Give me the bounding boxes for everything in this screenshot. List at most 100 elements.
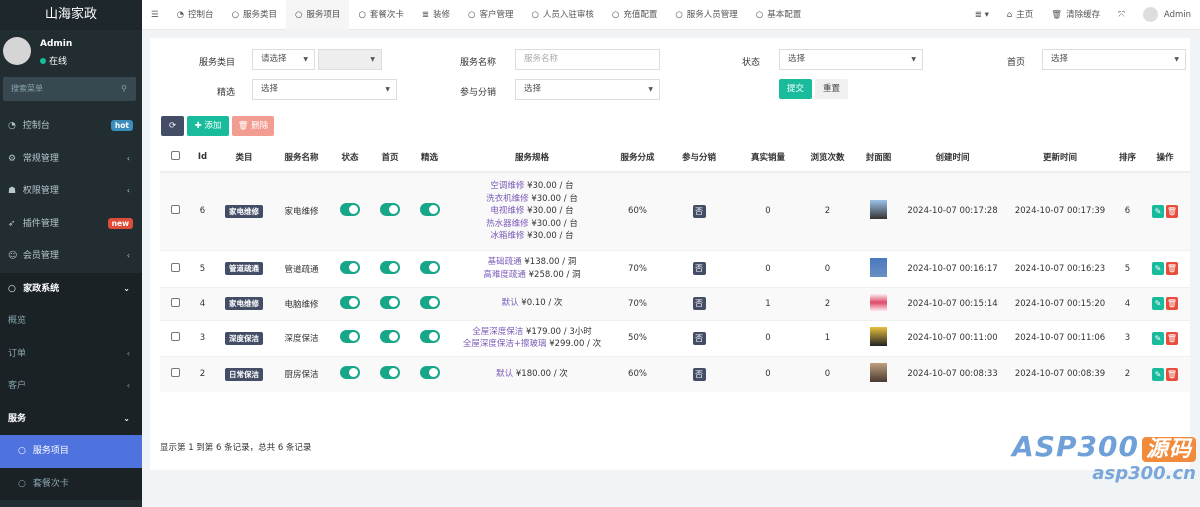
spec-name[interactable]: 冰箱维修 bbox=[490, 231, 524, 241]
fullscreen-button[interactable]: ⤧ bbox=[1109, 0, 1134, 30]
featured-select[interactable]: 选择 ▼ bbox=[252, 79, 397, 100]
toggle-switch[interactable] bbox=[380, 330, 400, 343]
cover-image[interactable] bbox=[870, 363, 887, 383]
spec-name[interactable]: 全屋深度保洁+擦玻璃 bbox=[463, 339, 547, 349]
tab-9[interactable]: ○ 基本配置 bbox=[747, 0, 810, 30]
user-status: 在线 bbox=[40, 54, 67, 67]
spec-name[interactable]: 默认 bbox=[502, 298, 519, 308]
edit-icon[interactable]: ✎ bbox=[1152, 204, 1164, 218]
sidebar-item-4[interactable]: ☺ 会员管理 ‹ bbox=[0, 240, 142, 273]
row-checkbox[interactable] bbox=[170, 368, 180, 378]
toggle-switch[interactable] bbox=[419, 203, 440, 217]
tab-2[interactable]: ○ 服务项目 bbox=[286, 0, 350, 30]
add-button[interactable]: ✚ 添加 bbox=[187, 116, 229, 136]
toggle-switch[interactable] bbox=[419, 330, 440, 343]
tab-6[interactable]: ○ 人员入驻审核 bbox=[522, 0, 602, 30]
edit-icon[interactable]: ✎ bbox=[1152, 297, 1164, 310]
sidebar-item-0[interactable]: ◔ 控制台 hot bbox=[0, 110, 142, 143]
service-name-input[interactable]: 服务名称 bbox=[515, 49, 660, 70]
sidebar-item-label: 概览 bbox=[8, 316, 27, 326]
toggle-switch[interactable] bbox=[380, 260, 400, 274]
toggle-switch[interactable] bbox=[340, 203, 360, 217]
spec-name[interactable]: 全屋深度保洁 bbox=[472, 327, 523, 337]
search-icon[interactable]: ⚲ bbox=[121, 77, 127, 101]
home-link[interactable]: ⌂ 主页 bbox=[998, 0, 1042, 30]
select-all-checkbox[interactable] bbox=[170, 151, 180, 160]
toggle-switch[interactable] bbox=[380, 295, 400, 309]
user-menu[interactable]: Admin bbox=[1134, 0, 1200, 30]
edit-icon[interactable]: ✎ bbox=[1152, 262, 1164, 275]
spec-name[interactable]: 基础疏通 bbox=[488, 257, 522, 267]
delete-icon[interactable]: 🗑 bbox=[1166, 204, 1178, 218]
sidebar-item-6[interactable]: 概览 bbox=[0, 305, 142, 338]
category-select[interactable]: 请选择 ▼ bbox=[252, 49, 315, 70]
toggle-switch[interactable] bbox=[340, 260, 360, 274]
toggle-switch[interactable] bbox=[380, 203, 400, 217]
toggle-switch[interactable] bbox=[419, 260, 440, 274]
row-checkbox[interactable] bbox=[170, 205, 180, 215]
distribution-select[interactable]: 选择 ▼ bbox=[515, 79, 660, 100]
tab-7[interactable]: ○ 充值配置 bbox=[603, 0, 666, 30]
circle-icon: ○ bbox=[611, 9, 620, 20]
delete-icon[interactable]: 🗑 bbox=[1166, 367, 1178, 381]
sidebar-item-9[interactable]: 服务 ⌄ bbox=[0, 402, 142, 435]
edit-icon[interactable]: ✎ bbox=[1152, 367, 1164, 381]
sidebar-item-5[interactable]: ○ 家政系统 ⌄ bbox=[0, 272, 142, 305]
sidebar-item-10[interactable]: ○ 服务项目 bbox=[0, 435, 142, 468]
spec-name[interactable]: 洗衣机维修 bbox=[486, 194, 529, 204]
cover-image[interactable] bbox=[870, 200, 887, 220]
spec-name[interactable]: 空调维修 bbox=[490, 181, 524, 191]
tab-4[interactable]: ≣ 装修 bbox=[413, 0, 459, 30]
delete-button[interactable]: 🗑 删除 bbox=[232, 116, 274, 136]
toggle-switch[interactable] bbox=[340, 295, 360, 309]
sidebar-item-8[interactable]: 客户 ‹ bbox=[0, 370, 142, 403]
sidebar-item-7[interactable]: 订单 ‹ bbox=[0, 337, 142, 370]
tab-8[interactable]: ○ 服务人员管理 bbox=[666, 0, 746, 30]
row-checkbox[interactable] bbox=[170, 332, 180, 341]
clear-cache-button[interactable]: 🗑 清除缓存 bbox=[1042, 0, 1109, 30]
sidebar-item-label: 服务项目 bbox=[32, 446, 69, 456]
delete-icon[interactable]: 🗑 bbox=[1166, 297, 1178, 310]
home-select[interactable]: 选择 ▼ bbox=[1042, 49, 1186, 70]
badge-new: new bbox=[107, 217, 133, 229]
submit-button[interactable]: 提交 bbox=[779, 79, 812, 99]
delete-icon[interactable]: 🗑 bbox=[1166, 331, 1178, 345]
tab-1[interactable]: ○ 服务类目 bbox=[223, 0, 286, 30]
avatar bbox=[3, 37, 31, 65]
tab-0[interactable]: ◔ 控制台 bbox=[168, 0, 223, 30]
spec-name[interactable]: 高难度疏通 bbox=[483, 270, 526, 280]
tab-5[interactable]: ○ 客户管理 bbox=[459, 0, 522, 30]
sidebar-item-3[interactable]: ➶ 插件管理 new bbox=[0, 207, 142, 240]
views-cell: 1 bbox=[798, 319, 857, 356]
status-select[interactable]: 选择 ▼ bbox=[779, 49, 923, 70]
toggle-switch[interactable] bbox=[419, 366, 440, 380]
spec-name[interactable]: 默认 bbox=[496, 369, 513, 379]
edit-icon[interactable]: ✎ bbox=[1152, 331, 1164, 345]
sidebar-item-2[interactable]: ☗ 权限管理 ‹ bbox=[0, 175, 142, 208]
sidebar-item-11[interactable]: ○ 套餐次卡 bbox=[0, 467, 142, 500]
row-checkbox[interactable] bbox=[170, 297, 180, 307]
row-checkbox[interactable] bbox=[170, 262, 180, 272]
spec-name[interactable]: 热水器维修 bbox=[486, 219, 529, 229]
spec-name[interactable]: 电视维修 bbox=[490, 206, 524, 216]
tab-3[interactable]: ○ 套餐次卡 bbox=[349, 0, 412, 30]
delete-icon[interactable]: 🗑 bbox=[1166, 262, 1178, 275]
cover-image[interactable] bbox=[870, 292, 887, 312]
subcategory-select[interactable]: ▼ bbox=[318, 49, 382, 70]
menu-search-input[interactable]: 搜索菜单 ⚲ bbox=[3, 77, 136, 101]
created-cell: 2024-10-07 00:17:28 bbox=[900, 171, 1005, 250]
toggle-switch[interactable] bbox=[340, 330, 360, 343]
distribution-badge: 否 bbox=[692, 297, 706, 310]
toggle-switch[interactable] bbox=[380, 366, 400, 380]
spec-price: ¥258.00 / 洞 bbox=[528, 269, 581, 280]
toggle-switch[interactable] bbox=[340, 366, 360, 380]
sidebar-item-1[interactable]: ⚙ 常规管理 ‹ bbox=[0, 142, 142, 175]
menu-toggle-button[interactable]: ☰ bbox=[142, 0, 168, 30]
reset-button[interactable]: 重置 bbox=[815, 79, 848, 99]
refresh-button[interactable]: ⟳ bbox=[161, 116, 184, 136]
cover-image[interactable] bbox=[870, 257, 887, 277]
name-label: 服务名称 bbox=[459, 58, 496, 68]
more-menu-button[interactable]: ≣ ▾ bbox=[966, 0, 998, 30]
toggle-switch[interactable] bbox=[419, 295, 440, 309]
cover-image[interactable] bbox=[870, 327, 887, 346]
